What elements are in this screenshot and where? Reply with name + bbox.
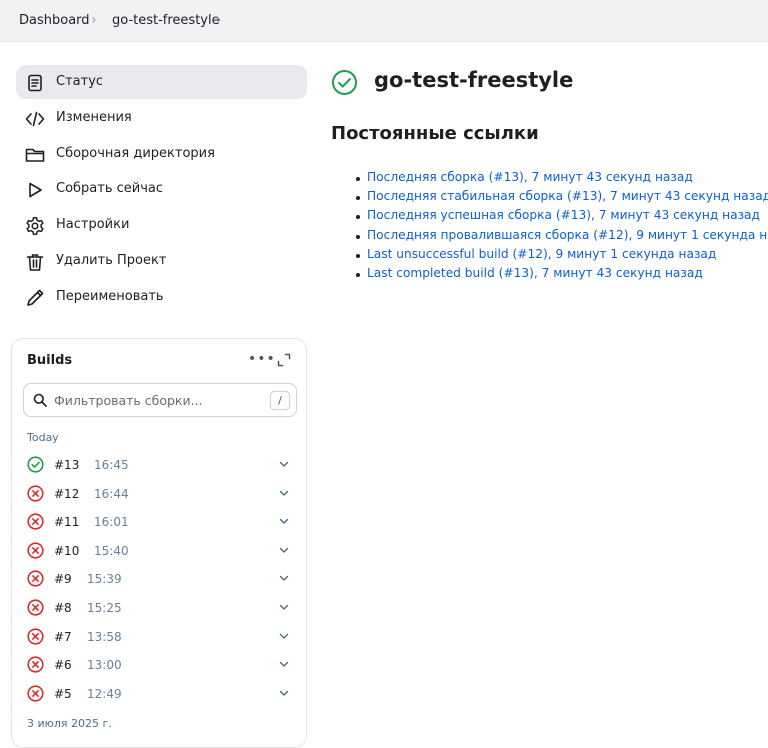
- sidebar-item-label: Сборочная директория: [56, 146, 215, 161]
- list-item: Последняя провалившаяся сборка (#12), 9 …: [356, 228, 768, 247]
- list-item: Last completed build (#13), 7 минут 43 с…: [356, 266, 768, 285]
- sidebar-item-label: Статус: [56, 74, 104, 89]
- chevron-down-icon[interactable]: [278, 687, 290, 699]
- build-number-link[interactable]: #12: [54, 487, 79, 501]
- sidebar-item-label: Собрать сейчас: [56, 181, 164, 196]
- list-item: Последняя стабильная сборка (#13), 7 мин…: [356, 189, 768, 208]
- permalink-last-successful[interactable]: Последняя успешная сборка (#13), 7 минут…: [367, 208, 760, 222]
- breadcrumb-job-link[interactable]: go-test-freestyle: [112, 13, 220, 28]
- success-check-icon: [332, 70, 357, 95]
- failed-cross-icon: [27, 627, 44, 645]
- play-icon: [29, 182, 42, 198]
- build-number-link[interactable]: #5: [54, 687, 72, 701]
- build-row[interactable]: #10 15:40: [16, 538, 301, 564]
- chevron-down-icon[interactable]: [278, 572, 290, 584]
- code-changes-icon: [25, 111, 45, 127]
- build-time: 13:00: [87, 658, 122, 673]
- builds-panel: Builds ••• / Today #13 16:45 #12 16:44 #11 16…: [11, 338, 307, 748]
- gear-icon: [26, 217, 44, 235]
- sidebar-item-delete-project[interactable]: Удалить Проект: [16, 244, 307, 278]
- breadcrumb: Dashboard › go-test-freestyle ›: [0, 0, 768, 42]
- list-item: Последняя успешная сборка (#13), 7 минут…: [356, 208, 768, 227]
- build-row[interactable]: #12 16:44: [16, 481, 301, 507]
- page-title: go-test-freestyle: [374, 68, 574, 92]
- group-label-today: Today: [27, 431, 59, 444]
- failed-cross-icon: [27, 542, 44, 559]
- permalink-last-unsuccessful[interactable]: Last unsuccessful build (#12), 9 минут 1…: [367, 247, 716, 261]
- trash-icon: [26, 254, 44, 271]
- success-check-icon: [27, 456, 44, 473]
- folder-icon: [25, 148, 45, 162]
- build-number-link[interactable]: #11: [54, 515, 79, 529]
- sidebar-item-settings[interactable]: Настройки: [16, 208, 307, 242]
- list-item: Последняя сборка (#13), 7 минут 43 секун…: [356, 170, 768, 189]
- build-number-link[interactable]: #9: [54, 572, 72, 586]
- status-document-icon: [28, 74, 42, 92]
- build-row[interactable]: #7 13:58: [16, 624, 301, 650]
- chevron-down-icon[interactable]: [278, 601, 290, 613]
- sidebar-item-workspace[interactable]: Сборочная директория: [16, 137, 307, 171]
- build-row[interactable]: #5 12:49: [16, 681, 301, 707]
- sidebar-item-rename[interactable]: Переименовать: [16, 280, 307, 314]
- sidebar-item-label: Переименовать: [56, 289, 164, 304]
- failed-cross-icon: [27, 599, 44, 616]
- permalink-last-completed[interactable]: Last completed build (#13), 7 минут 43 с…: [367, 266, 703, 280]
- builds-title: Builds: [27, 353, 73, 368]
- sidebar-item-status[interactable]: Статус: [16, 65, 307, 99]
- group-label-date: 3 июля 2025 г.: [27, 717, 112, 730]
- build-number-link[interactable]: #6: [54, 658, 72, 672]
- more-options-icon[interactable]: •••: [248, 351, 276, 367]
- permalink-last-build[interactable]: Последняя сборка (#13), 7 минут 43 секун…: [367, 170, 693, 184]
- build-row[interactable]: #8 15:25: [16, 595, 301, 621]
- sidebar-item-label: Удалить Проект: [56, 253, 167, 268]
- failed-cross-icon: [27, 513, 44, 530]
- build-time: 13:58: [87, 629, 122, 644]
- sidebar-item-changes[interactable]: Изменения: [16, 101, 307, 135]
- chevron-down-icon[interactable]: [278, 515, 290, 527]
- chevron-down-icon[interactable]: [278, 458, 290, 470]
- permalink-last-stable[interactable]: Последняя стабильная сборка (#13), 7 мин…: [367, 189, 768, 203]
- list-item: Last unsuccessful build (#12), 9 минут 1…: [356, 247, 768, 266]
- chevron-down-icon[interactable]: [278, 658, 290, 670]
- build-time: 16:01: [94, 515, 129, 530]
- build-number-link[interactable]: #8: [54, 601, 72, 615]
- build-number-link[interactable]: #7: [54, 630, 72, 644]
- permalink-last-failed[interactable]: Последняя провалившаяся сборка (#12), 9 …: [367, 228, 768, 242]
- build-row[interactable]: #6 13:00: [16, 652, 301, 678]
- build-time: 15:40: [94, 543, 129, 558]
- build-filter-input[interactable]: [54, 390, 254, 410]
- failed-cross-icon: [27, 484, 44, 502]
- chevron-down-icon[interactable]: [278, 487, 290, 499]
- permalinks-heading: Постоянные ссылки: [331, 123, 539, 144]
- permalinks-list: Последняя сборка (#13), 7 минут 43 секун…: [356, 170, 768, 285]
- search-icon: [33, 393, 47, 407]
- build-time: 15:39: [87, 572, 122, 587]
- build-row[interactable]: #13 16:45: [16, 452, 301, 478]
- chevron-down-icon[interactable]: [278, 544, 290, 556]
- builds-filter[interactable]: /: [23, 383, 297, 417]
- sidebar-item-build-now[interactable]: Собрать сейчас: [16, 172, 307, 206]
- sidebar-item-label: Изменения: [56, 110, 132, 125]
- chevron-down-icon[interactable]: [278, 630, 290, 642]
- failed-cross-icon: [27, 570, 44, 587]
- breadcrumb-dashboard-link[interactable]: Dashboard: [19, 13, 90, 28]
- build-row[interactable]: #9 15:39: [16, 566, 301, 592]
- keyboard-shortcut-hint: /: [270, 391, 290, 410]
- sidebar-item-label: Настройки: [56, 217, 130, 232]
- expand-icon[interactable]: [277, 353, 291, 367]
- build-time: 12:49: [87, 686, 122, 701]
- failed-cross-icon: [27, 656, 44, 673]
- build-time: 15:25: [87, 601, 122, 615]
- build-time: 16:44: [94, 486, 129, 501]
- build-row[interactable]: #11 16:01: [16, 509, 301, 535]
- failed-cross-icon: [27, 685, 44, 702]
- build-number-link[interactable]: #10: [54, 544, 79, 558]
- build-time: 16:45: [94, 458, 129, 472]
- build-number-link[interactable]: #13: [54, 458, 79, 472]
- pencil-icon: [27, 289, 44, 306]
- breadcrumb-separator-icon[interactable]: ›: [216, 12, 222, 28]
- breadcrumb-separator-icon[interactable]: ›: [91, 12, 97, 28]
